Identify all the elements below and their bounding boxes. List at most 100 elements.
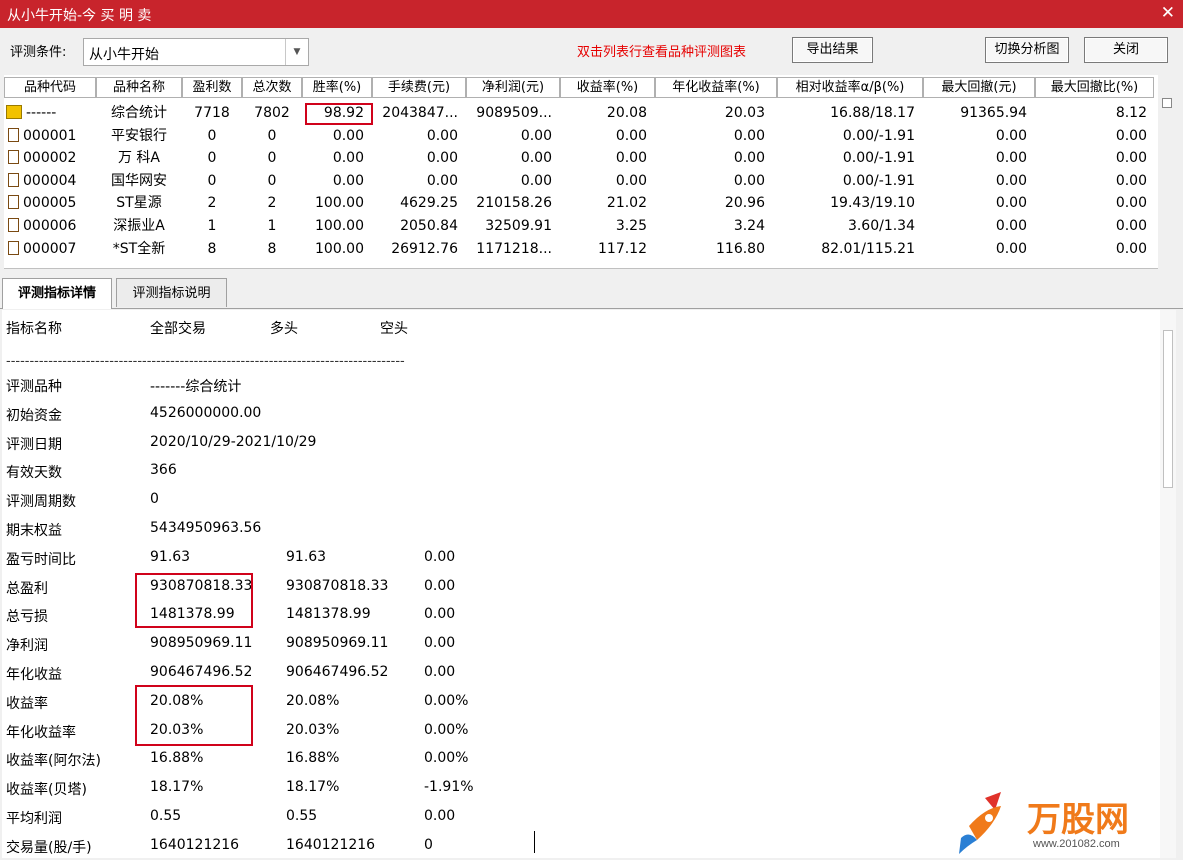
cell-fee: 26912.76: [391, 240, 458, 257]
metric-value: 908950969.11: [286, 635, 389, 652]
metric-label: 平均利润: [6, 811, 62, 827]
table-row[interactable]: ------ 综合统计 7718 7802 98.92 2043847... 9089509…: [4, 102, 1158, 124]
col-header-total[interactable]: 总次数: [242, 77, 302, 98]
col-header-profit[interactable]: 净利润(元): [466, 77, 560, 98]
rocket-icon: [959, 792, 1001, 854]
cell-annual: 0.00: [733, 150, 765, 167]
metric-label: 收益率(贝塔): [6, 782, 87, 799]
col-header-rate[interactable]: 胜率(%): [302, 77, 372, 98]
col-header-code[interactable]: 品种代码: [4, 77, 96, 98]
cell-name: 国华网安: [111, 172, 167, 189]
scrollbar-thumb[interactable]: [1163, 330, 1173, 488]
col-header-max-dd[interactable]: 最大回撤(元): [923, 77, 1035, 98]
metric-label: 交易量(股/手): [6, 839, 92, 856]
cell-fee: 0.00: [426, 150, 458, 167]
table-row[interactable]: 000005 ST星源 2 2 100.00 4629.25 210158.26 21.02 2…: [4, 192, 1158, 214]
cell-annual: 116.80: [716, 240, 765, 257]
table-header: 品种代码 品种名称 盈利数 总次数 胜率(%) 手续费(元) 净利润(元) 收益…: [4, 75, 1158, 100]
col-header-name[interactable]: 品种名称: [96, 77, 182, 98]
document-icon: [8, 127, 19, 142]
metric-value: 0.00: [424, 635, 456, 652]
cell-total: 0: [267, 150, 277, 167]
col-header-max-dd-ratio[interactable]: 最大回撤比(%): [1035, 77, 1154, 98]
col-header-win[interactable]: 盈利数: [182, 77, 242, 98]
table-row[interactable]: 000007 *ST全新 8 8 100.00 26912.76 1171218... 117…: [4, 238, 1158, 260]
metric-value: -1.91%: [424, 779, 474, 796]
cell-total: 8: [267, 240, 277, 257]
col-header-annual[interactable]: 年化收益率(%): [655, 77, 777, 98]
metric-value: 16.88%: [286, 750, 340, 767]
cell-profit: 0.00: [520, 172, 552, 189]
summary-folder-icon: [6, 105, 22, 119]
table-row[interactable]: 000006 深振业A 1 1 100.00 2050.84 32509.91 3.25 3.2…: [4, 215, 1158, 237]
metric-value: 1640121216: [286, 836, 376, 853]
condition-value: 从小牛开始: [89, 47, 159, 63]
metric-value: 20.03%: [286, 721, 340, 738]
metric-value: 930870818.33: [286, 577, 389, 594]
window-title: 从小牛开始-今 买 明 卖: [7, 8, 152, 24]
cell-ret: 21.02: [606, 195, 647, 212]
close-icon[interactable]: ✕: [1161, 3, 1175, 23]
document-icon: [8, 240, 19, 255]
cell-ddr: 0.00: [1115, 218, 1147, 234]
stock-code: ------: [26, 105, 57, 121]
cell-rate: 0.00: [332, 172, 364, 189]
cell-win: 1: [207, 218, 217, 234]
cell-profit: 210158.26: [476, 195, 552, 212]
metric-value: 0: [150, 491, 159, 508]
metric-value: 1640121216: [150, 836, 240, 853]
cell-alpha: 0.00/-1.91: [842, 127, 915, 144]
cell-code: 000002: [4, 147, 96, 169]
detail-header-all: 全部交易: [150, 321, 206, 337]
metric-value: 0.00%: [424, 692, 469, 709]
switch-chart-button[interactable]: 切换分析图: [985, 37, 1069, 63]
metric-value: 91.63: [286, 548, 327, 565]
cell-ddr: 0.00: [1115, 240, 1147, 257]
watermark-logo: 万股网 www.201082.com: [955, 788, 1165, 856]
results-table[interactable]: 品种代码 品种名称 盈利数 总次数 胜率(%) 手续费(元) 净利润(元) 收益…: [4, 75, 1158, 269]
cell-ddr: 0.00: [1115, 150, 1147, 167]
metric-value: 0.00%: [424, 721, 469, 738]
cell-rate: 0.00: [332, 150, 364, 167]
brand-url: www.201082.com: [1033, 838, 1120, 850]
close-button[interactable]: 关闭: [1084, 37, 1168, 63]
metric-value: 0.55: [286, 808, 318, 824]
table-row[interactable]: 000001 平安银行 0 0 0.00 0.00 0.00 0.00 0.00 0.00/-1.…: [4, 125, 1158, 147]
metric-label: 初始资金: [6, 407, 62, 424]
detail-panel: 指标名称 全部交易 多头 空头 ------------------------…: [2, 310, 1160, 858]
condition-select[interactable]: 从小牛开始 ▼: [83, 38, 309, 66]
metric-label: 收益率: [6, 695, 48, 712]
cell-dd: 0.00: [995, 195, 1027, 212]
table-row[interactable]: 000004 国华网安 0 0 0.00 0.00 0.00 0.00 0.00 0.00/-1.…: [4, 170, 1158, 192]
metric-value: 906467496.52: [150, 664, 253, 680]
export-button[interactable]: 导出结果: [792, 37, 873, 63]
cell-annual: 0.00: [733, 172, 765, 189]
cell-total: 7802: [254, 105, 290, 121]
cell-profit: 9089509...: [476, 105, 552, 121]
cell-dd: 0.00: [995, 150, 1027, 167]
text-caret: [534, 831, 535, 853]
cell-code: ------: [4, 102, 96, 124]
cell-win: 7718: [194, 105, 230, 121]
cell-profit: 0.00: [520, 127, 552, 144]
tab-detail[interactable]: 评测指标详情: [2, 278, 112, 309]
cell-dd: 91365.94: [960, 105, 1027, 121]
grid-scroll-box[interactable]: [1162, 98, 1172, 108]
col-header-return[interactable]: 收益率(%): [560, 77, 655, 98]
cell-total: 0: [267, 127, 277, 144]
metric-value: 0.00: [424, 548, 456, 565]
stock-code: 000002: [23, 150, 77, 167]
col-header-fee[interactable]: 手续费(元): [372, 77, 466, 98]
col-header-alpha-beta[interactable]: 相对收益率α/β(%): [777, 77, 923, 98]
metric-value: 906467496.52: [286, 664, 389, 680]
tab-explain[interactable]: 评测指标说明: [116, 278, 227, 307]
cell-win: 0: [207, 172, 217, 189]
cell-name: 平安银行: [111, 127, 167, 144]
document-icon: [8, 150, 19, 165]
cell-ddr: 8.12: [1115, 105, 1147, 121]
metric-value: 18.17%: [286, 779, 340, 796]
cell-win: 0: [207, 127, 217, 144]
table-row[interactable]: 000002 万 科A 0 0 0.00 0.00 0.00 0.00 0.00 0.00/-1.…: [4, 147, 1158, 169]
detail-scrollbar[interactable]: [1160, 310, 1176, 858]
chevron-down-icon[interactable]: ▼: [285, 39, 308, 65]
